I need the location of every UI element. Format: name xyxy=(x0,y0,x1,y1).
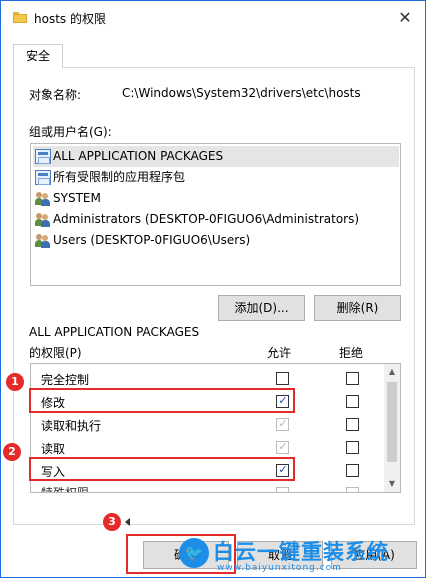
allow-checkbox xyxy=(276,487,289,492)
deny-checkbox[interactable] xyxy=(346,418,359,431)
scroll-up-icon[interactable]: ▲ xyxy=(384,364,400,380)
allow-checkbox[interactable] xyxy=(276,372,289,385)
deny-checkbox[interactable] xyxy=(346,464,359,477)
deny-checkbox[interactable] xyxy=(346,395,359,408)
allow-checkbox: ✓ xyxy=(276,440,289,454)
list-item[interactable]: ALL APPLICATION PACKAGES xyxy=(33,146,399,167)
deny-checkbox[interactable] xyxy=(346,441,359,454)
folder-icon xyxy=(13,12,27,23)
permission-row-read: 读取 ✓ xyxy=(31,436,385,459)
users-icon xyxy=(35,233,51,248)
remove-button[interactable]: 删除(R) xyxy=(314,295,401,321)
deny-checkbox[interactable] xyxy=(346,372,359,385)
close-button[interactable]: ✕ xyxy=(395,8,415,28)
scroll-down-icon[interactable]: ▼ xyxy=(384,476,400,492)
add-button[interactable]: 添加(D)... xyxy=(218,295,305,321)
permissions-label: 的权限(P) xyxy=(29,346,82,360)
allow-header: 允许 xyxy=(267,346,292,360)
users-icon xyxy=(35,212,51,227)
title-bar: hosts 的权限 ✕ xyxy=(1,1,425,35)
deny-header: 拒绝 xyxy=(339,346,364,360)
pointer-arrow-icon xyxy=(125,518,130,526)
list-item[interactable]: 所有受限制的应用程序包 xyxy=(33,167,399,188)
groups-list[interactable]: ALL APPLICATION PACKAGES 所有受限制的应用程序包 SYS… xyxy=(30,143,401,286)
permissions-owner-label: ALL APPLICATION PACKAGES xyxy=(29,325,200,339)
annotation-badge-2: 2 xyxy=(3,443,21,461)
app-package-icon xyxy=(35,170,51,185)
highlight-modify xyxy=(29,388,295,413)
object-name-value: C:\Windows\System32\drivers\etc\hosts xyxy=(122,86,361,100)
app-package-icon xyxy=(35,149,51,164)
watermark: 🐦 白云一键重装系统 www.baiyunxitong.com xyxy=(179,536,426,578)
list-item[interactable]: Administrators (DESKTOP-0FIGUO6\Administ… xyxy=(33,209,399,230)
deny-checkbox xyxy=(346,487,359,492)
check-icon: ✓ xyxy=(278,417,288,430)
list-item[interactable]: Users (DESKTOP-0FIGUO6\Users) xyxy=(33,230,399,251)
bird-logo-icon: 🐦 xyxy=(179,538,209,568)
list-item[interactable]: SYSTEM xyxy=(33,188,399,209)
allow-checkbox: ✓ xyxy=(276,417,289,431)
users-icon xyxy=(35,191,51,206)
watermark-title: 白云一键重装系统 xyxy=(213,540,389,564)
check-icon: ✓ xyxy=(278,440,288,453)
permissions-dialog: hosts 的权限 ✕ 安全 对象名称: C:\Windows\System32… xyxy=(0,0,426,578)
annotation-badge-3: 3 xyxy=(103,513,121,531)
object-name-label: 对象名称: xyxy=(29,88,82,102)
annotation-badge-1: 1 xyxy=(6,373,24,391)
permission-row-full-control: 完全控制 xyxy=(31,367,385,390)
watermark-url: www.baiyunxitong.com xyxy=(217,563,342,573)
groups-label: 组或用户名(G): xyxy=(29,125,112,139)
permission-row-special: 特殊权限 xyxy=(31,482,385,492)
permissions-scrollbar[interactable]: ▲ ▼ xyxy=(384,364,400,492)
tab-security[interactable]: 安全 xyxy=(13,44,63,68)
window-title: hosts 的权限 xyxy=(34,12,106,26)
highlight-write xyxy=(29,457,295,481)
scroll-thumb[interactable] xyxy=(387,382,397,462)
permission-row-read-execute: 读取和执行 ✓ xyxy=(31,413,385,436)
